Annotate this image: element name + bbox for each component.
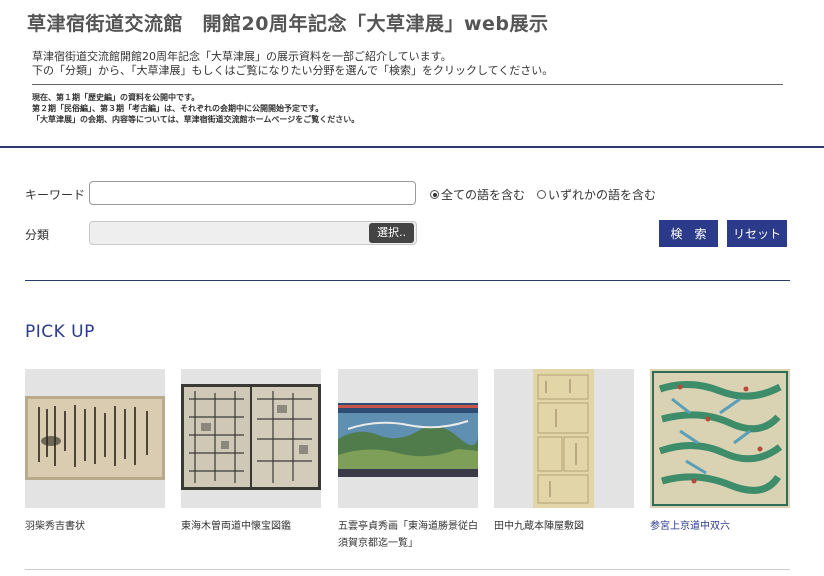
pickup-heading: PICK UP — [25, 322, 95, 342]
radio-all-label: 全ての語を含む — [441, 188, 526, 202]
pickup-caption[interactable]: 五雲亭貞秀画「東海道勝景従白須賀京都迄一覧」 — [338, 518, 478, 552]
intro-line: 下の「分類」から、「大草津展」もしくはご覧になりたい分野を選んで「検索」をクリッ… — [32, 64, 554, 77]
sugoroku-board-image — [650, 369, 790, 508]
match-mode-radios: 全ての語を含む いずれかの語を含む — [430, 186, 656, 203]
intro-line: 草津宿街道交流館開館20周年記念「大草津展」の展示資料を一部ご紹介しています。 — [32, 50, 452, 63]
pickup-thumbnail[interactable] — [494, 369, 634, 508]
letter-scroll-image — [25, 396, 165, 480]
pickup-caption[interactable]: 羽柴秀吉書状 — [25, 518, 165, 535]
divider — [32, 84, 783, 85]
pickup-card[interactable]: 田中九蔵本陣屋敷図 — [494, 369, 634, 535]
notice-text: 現在、第１期「歴史編」の資料を公開中です。 第２期「民俗編」、第３期「考古編」は… — [32, 92, 359, 125]
pickup-thumbnail[interactable] — [181, 369, 321, 508]
pickup-thumbnail[interactable] — [338, 369, 478, 508]
floor-plan-image — [533, 369, 594, 508]
keyword-label: キーワード — [25, 188, 86, 202]
radio-any-label: いずれかの語を含む — [548, 188, 657, 202]
pickup-thumbnail[interactable] — [25, 369, 165, 508]
pickup-thumbnail[interactable] — [650, 369, 790, 508]
pickup-caption[interactable]: 東海木曽両道中懐宝図鑑 — [181, 518, 321, 535]
pickup-card[interactable]: 東海木曽両道中懐宝図鑑 — [181, 369, 321, 535]
search-button[interactable]: 検 索 — [659, 220, 718, 247]
divider — [25, 280, 790, 281]
intro-text: 草津宿街道交流館開館20周年記念「大草津展」の展示資料を一部ご紹介しています。 … — [32, 50, 553, 78]
notice-line: 「大草津展」の会期、内容等については、草津宿街道交流館ホームページをご覧ください… — [32, 115, 360, 124]
radio-unselected-icon — [537, 190, 547, 199]
pickup-card[interactable]: 参宮上京道中双六 — [650, 369, 790, 535]
radio-selected-icon — [430, 190, 439, 199]
reset-button[interactable]: リセット — [727, 220, 787, 247]
pickup-card[interactable]: 羽柴秀吉書状 — [25, 369, 165, 535]
notice-line: 第２期「民俗編」、第３期「考古編」は、それぞれの会期中に公開開始予定です。 — [32, 104, 324, 113]
category-select-button[interactable]: 選択.. — [369, 223, 414, 243]
pickup-caption-link[interactable]: 参宮上京道中双六 — [650, 518, 790, 535]
category-label: 分類 — [25, 228, 50, 242]
open-book-image — [181, 384, 321, 490]
page-title: 草津宿街道交流館 開館20周年記念「大草津展」web展示 — [27, 13, 549, 35]
pickup-card[interactable]: 五雲亭貞秀画「東海道勝景従白須賀京都迄一覧」 — [338, 369, 478, 552]
panorama-print-image — [338, 403, 478, 477]
pickup-caption[interactable]: 田中九蔵本陣屋敷図 — [494, 518, 634, 535]
keyword-input[interactable] — [89, 181, 416, 205]
radio-any-word[interactable]: いずれかの語を含む — [537, 186, 656, 203]
notice-line: 現在、第１期「歴史編」の資料を公開中です。 — [32, 93, 200, 102]
divider — [0, 146, 824, 148]
radio-all-words[interactable]: 全ての語を含む — [430, 186, 525, 203]
divider — [25, 569, 790, 570]
category-select-field[interactable]: 選択.. — [89, 221, 417, 245]
